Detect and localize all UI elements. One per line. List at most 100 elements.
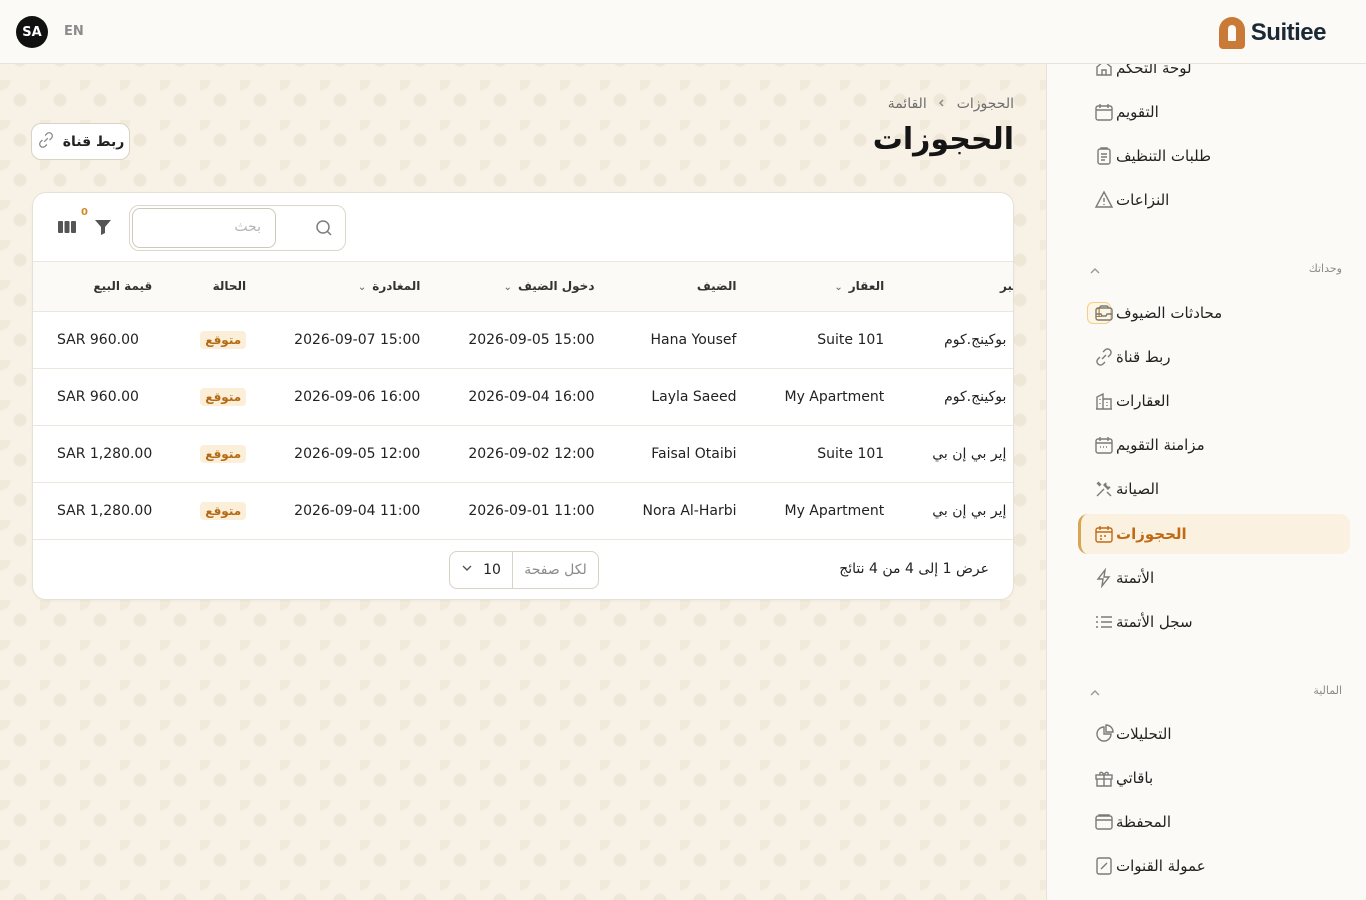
sidebar-item-label: النزاعات xyxy=(1116,191,1170,209)
table-toolbar: بحث 0 xyxy=(33,193,1013,262)
building-icon xyxy=(1092,389,1116,413)
lightning-icon xyxy=(1092,566,1116,590)
filter-icon[interactable] xyxy=(93,217,113,237)
column-header-source[interactable]: بيع عبر xyxy=(908,262,1013,312)
language-switcher[interactable]: EN xyxy=(64,24,84,39)
sidebar-item-maintenance[interactable]: الصيانة xyxy=(1078,469,1350,509)
sidebar-item-label: محادثات الضيوف xyxy=(1116,304,1223,322)
column-header-guest[interactable]: الضيف xyxy=(618,262,761,312)
status-cell: متوقع xyxy=(176,482,271,540)
percent-icon xyxy=(1092,854,1116,878)
breadcrumb-item[interactable]: الحجوزات xyxy=(957,96,1014,112)
search-box[interactable]: بحث xyxy=(129,205,346,251)
breadcrumb-item[interactable]: القائمة xyxy=(888,96,927,112)
clipboard-icon xyxy=(1092,144,1116,168)
chevron-down-icon xyxy=(461,562,473,578)
section-title-modules: وحداتك xyxy=(1308,262,1342,275)
sidebar-item-analytics[interactable]: التحليلات xyxy=(1078,714,1350,754)
sidebar-item-label: الحجوزات xyxy=(1116,525,1187,543)
bookings-table: بيع عبر العقار⌄ الضيف دخول الضيف⌄ المغاد… xyxy=(33,262,1013,540)
link-icon xyxy=(1092,345,1116,369)
status-cell: متوقع xyxy=(176,425,271,483)
sidebar-item-bookings[interactable]: الحجوزات xyxy=(1078,514,1350,554)
column-header-checkin[interactable]: دخول الضيف⌄ xyxy=(444,262,619,312)
sidebar-item-dashboard[interactable]: لوحة التحكم xyxy=(1078,64,1350,88)
status-badge: متوقع xyxy=(200,501,247,520)
results-summary: عرض 1 إلى 4 من 4 نتائج xyxy=(839,561,989,577)
table-row[interactable]: B. بوكينج.كوم Suite 101 Hana Yousef 2026… xyxy=(33,311,1013,369)
sidebar-item-calendar[interactable]: التقويم xyxy=(1078,92,1350,132)
sidebar-item-label: التحليلات xyxy=(1116,725,1172,743)
per-page-select[interactable]: لكل صفحة 10 xyxy=(449,551,599,589)
checkout-cell: 2026-09-06 16:00 xyxy=(270,368,445,426)
sidebar-item-label: العقارات xyxy=(1116,392,1170,410)
source-label: بوكينج.كوم xyxy=(944,331,1007,348)
source-label: بوكينج.كوم xyxy=(944,388,1007,405)
table-footer: عرض 1 إلى 4 من 4 نتائج لكل صفحة 10 xyxy=(33,539,1013,599)
column-header-checkout[interactable]: المغادرة⌄ xyxy=(270,262,445,312)
sidebar-item-disputes[interactable]: النزاعات xyxy=(1078,180,1350,220)
sidebar-item-label: سجل الأتمتة xyxy=(1116,613,1193,631)
guest-cell: Faisal Otaibi xyxy=(618,425,761,483)
table-row[interactable]: إير بي إن بي Suite 101 Faisal Otaibi 202… xyxy=(33,425,1013,483)
checkin-cell: 2026-09-04 16:00 xyxy=(444,368,619,426)
link-icon xyxy=(37,131,55,153)
column-header-amount[interactable]: قيمة البيع xyxy=(33,262,177,312)
warning-icon xyxy=(1092,188,1116,212)
sidebar-item-connect-channel[interactable]: ربط قناة xyxy=(1078,337,1350,377)
chevron-up-icon[interactable] xyxy=(1089,262,1101,274)
sidebar-item-guest-chats[interactable]: محادثات الضيوف xyxy=(1078,293,1350,333)
filter-count-badge: 0 xyxy=(81,207,88,218)
table-row[interactable]: B. بوكينج.كوم My Apartment Layla Saeed 2… xyxy=(33,368,1013,426)
column-header-property[interactable]: العقار⌄ xyxy=(760,262,909,312)
page-title: الحجوزات xyxy=(872,122,1014,157)
list-icon xyxy=(1092,610,1116,634)
property-cell: My Apartment xyxy=(760,482,909,540)
chevron-down-icon: ⌄ xyxy=(503,282,512,294)
sidebar-item-automation-log[interactable]: سجل الأتمتة xyxy=(1078,602,1350,642)
amount-cell: SAR 960.00 xyxy=(33,311,177,369)
columns-icon[interactable] xyxy=(57,218,77,236)
checkout-cell: 2026-09-07 15:00 xyxy=(270,311,445,369)
sidebar-item-properties[interactable]: العقارات xyxy=(1078,381,1350,421)
checkin-cell: 2026-09-05 15:00 xyxy=(444,311,619,369)
sidebar: لوحة التحكم التقويم طلبات التنظيف النزاع… xyxy=(1046,64,1366,900)
home-icon xyxy=(1092,64,1116,80)
sidebar-item-wallet[interactable]: المحفظة xyxy=(1078,802,1350,842)
per-page-value[interactable]: 10 xyxy=(450,562,512,578)
table-header-row: بيع عبر العقار⌄ الضيف دخول الضيف⌄ المغاد… xyxy=(33,262,1013,312)
amount-cell: SAR 1,280.00 xyxy=(33,482,177,540)
logo-mark-icon xyxy=(1218,17,1245,49)
inbox-icon xyxy=(1092,301,1116,325)
sidebar-item-calendar-sync[interactable]: مزامنة التقويم xyxy=(1078,425,1350,465)
column-header-status[interactable]: الحالة xyxy=(176,262,271,312)
breadcrumb: الحجوزات القائمة xyxy=(888,96,1014,112)
checkin-cell: 2026-09-02 12:00 xyxy=(444,425,619,483)
table-row[interactable]: إير بي إن بي My Apartment Nora Al-Harbi … xyxy=(33,482,1013,540)
property-cell: Suite 101 xyxy=(760,311,909,369)
per-page-label: لكل صفحة xyxy=(512,552,598,588)
sidebar-item-cleaning[interactable]: طلبات التنظيف xyxy=(1078,136,1350,176)
connect-channel-button[interactable]: ربط قناة xyxy=(31,123,130,160)
calendar-sync-icon xyxy=(1092,433,1116,457)
source-cell: B. بوكينج.كوم xyxy=(908,311,1013,369)
chevron-up-icon[interactable] xyxy=(1089,684,1101,696)
status-badge: متوقع xyxy=(200,330,247,349)
tools-icon xyxy=(1092,477,1116,501)
sidebar-item-label: التقويم xyxy=(1116,103,1159,121)
gift-icon xyxy=(1092,766,1116,790)
sidebar-item-label: الصيانة xyxy=(1116,480,1160,498)
status-badge: متوقع xyxy=(200,387,247,406)
sidebar-item-automation[interactable]: الأتمتة xyxy=(1078,558,1350,598)
brand-logo[interactable]: Suitiee xyxy=(1218,16,1327,50)
sidebar-item-label: الأتمتة xyxy=(1116,569,1155,587)
sidebar-item-packages[interactable]: باقاتي xyxy=(1078,758,1350,798)
user-avatar[interactable]: SA xyxy=(16,16,48,48)
connect-channel-label: ربط قناة xyxy=(62,133,125,150)
sidebar-item-label: لوحة التحكم xyxy=(1116,64,1192,77)
chevron-down-icon: ⌄ xyxy=(357,282,367,294)
search-input[interactable]: بحث xyxy=(132,208,276,248)
sidebar-item-label: طلبات التنظيف xyxy=(1116,147,1212,165)
sidebar-item-channel-commission[interactable]: عمولة القنوات xyxy=(1078,846,1350,886)
source-cell: إير بي إن بي xyxy=(908,425,1013,483)
